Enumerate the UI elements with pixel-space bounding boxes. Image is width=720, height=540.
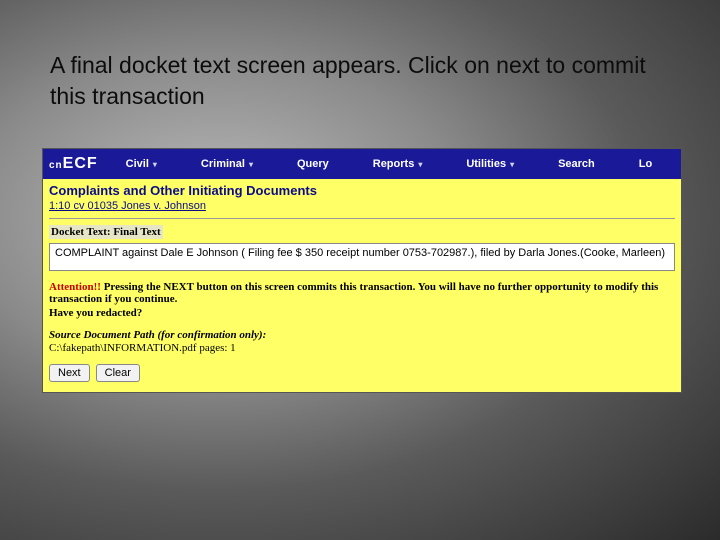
page-title: Complaints and Other Initiating Document… (49, 183, 675, 198)
nav-civil-label: Civil (126, 158, 149, 170)
nav-query-label: Query (297, 158, 329, 170)
ecf-logo: cnECF (43, 153, 104, 175)
chevron-down-icon: ▾ (153, 160, 157, 169)
button-row: Next Clear (49, 364, 675, 382)
chevron-down-icon: ▾ (249, 160, 253, 169)
clear-button[interactable]: Clear (96, 364, 140, 382)
nav-reports-label: Reports (373, 158, 415, 170)
chevron-down-icon: ▾ (510, 160, 514, 169)
page-body: Complaints and Other Initiating Document… (43, 179, 681, 392)
nav-search[interactable]: Search (536, 158, 617, 170)
nav-criminal[interactable]: Criminal ▾ (179, 158, 275, 170)
nav-reports[interactable]: Reports▾ (351, 158, 445, 170)
nav-utilities[interactable]: Utilities ▾ (444, 158, 536, 170)
logo-main: ECF (63, 155, 98, 173)
chevron-down-icon: ▾ (418, 160, 422, 169)
navbar: cnECF Civil▾ Criminal▾ Query Reports▾ Ut… (43, 149, 681, 179)
logo-prefix: cn (49, 160, 63, 171)
nav-items: Civil▾ Criminal▾ Query Reports▾ Utilitie… (104, 158, 681, 170)
nav-logout-label: Lo (639, 158, 652, 170)
docket-text-box: COMPLAINT against Dale E Johnson ( Filin… (49, 243, 675, 271)
nav-search-label: Search (558, 158, 595, 170)
divider (49, 218, 675, 219)
nav-query[interactable]: Query (275, 158, 351, 170)
source-doc-path: C:\fakepath\INFORMATION.pdf pages: 1 (49, 342, 675, 354)
redacted-question: Have you redacted? (49, 307, 675, 319)
source-doc-label: Source Document Path (for confirmation o… (49, 329, 675, 341)
nav-utilities-label: Utilities (466, 158, 506, 170)
attention-body: Pressing the NEXT button on this screen … (49, 281, 658, 305)
next-button[interactable]: Next (49, 364, 90, 382)
nav-civil[interactable]: Civil ▾ (104, 158, 179, 170)
attention-prefix: Attention!! (49, 281, 101, 293)
nav-criminal-label: Criminal (201, 158, 245, 170)
attention-warning: Attention!! Pressing the NEXT button on … (49, 281, 675, 305)
docket-text-label: Docket Text: Final Text (49, 225, 163, 239)
ecf-window: cnECF Civil▾ Criminal▾ Query Reports▾ Ut… (42, 148, 682, 393)
case-link[interactable]: 1:10 cv 01035 Jones v. Johnson (49, 200, 206, 212)
nav-logout[interactable]: Lo (617, 158, 674, 170)
slide-caption: A final docket text screen appears. Clic… (50, 50, 670, 112)
